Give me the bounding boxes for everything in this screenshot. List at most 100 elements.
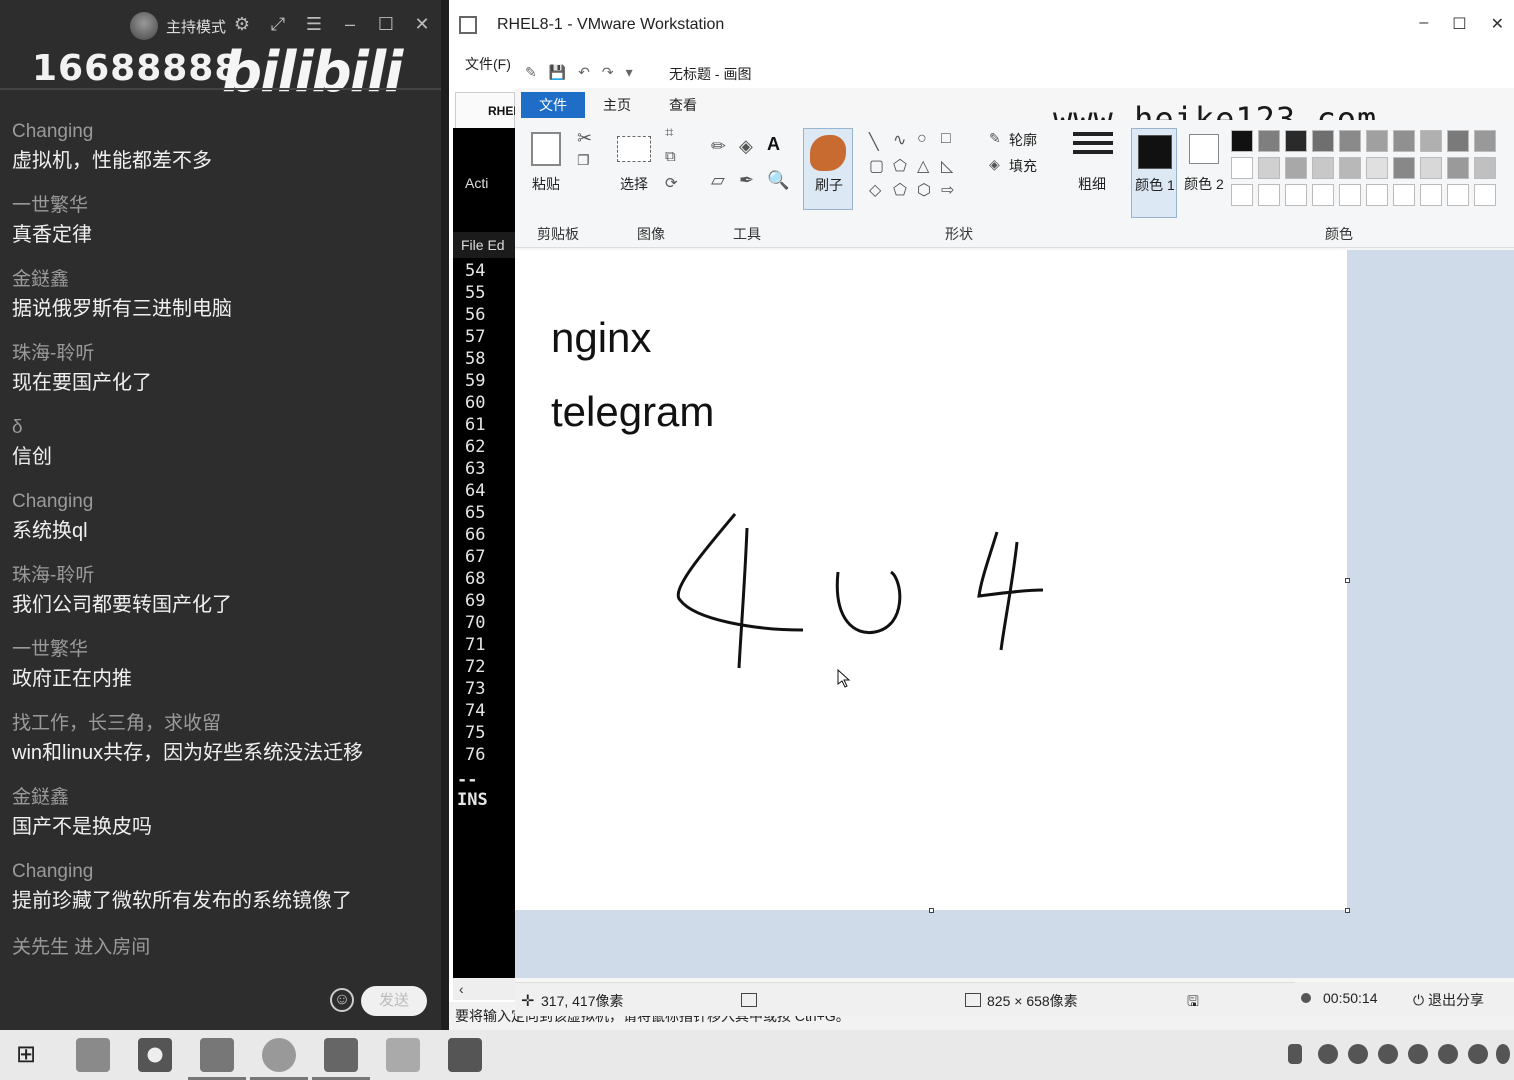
scroll-left-button[interactable]: ‹ xyxy=(453,978,515,1000)
palette-swatch[interactable] xyxy=(1258,130,1280,152)
palette-swatch[interactable] xyxy=(1366,184,1388,206)
windows-start-icon[interactable]: ⊞ xyxy=(16,1038,50,1072)
palette-swatch[interactable] xyxy=(1393,184,1415,206)
palette-swatch[interactable] xyxy=(1474,157,1496,179)
exit-share-button[interactable]: ⏻ 退出分享 xyxy=(1413,990,1484,1010)
fill-icon[interactable]: ◈ xyxy=(989,156,1000,173)
file-explorer-icon[interactable] xyxy=(76,1038,110,1072)
hexagon-shape-icon[interactable]: ⬡ xyxy=(917,180,931,200)
palette-swatch[interactable] xyxy=(1312,130,1334,152)
maximize-icon[interactable]: ☐ xyxy=(1452,14,1466,34)
app-taskbar-icon[interactable] xyxy=(386,1038,420,1072)
chat-username[interactable]: 一世繁华 xyxy=(12,636,432,664)
qq-icon[interactable] xyxy=(1408,1044,1428,1064)
chat-username[interactable]: δ xyxy=(12,414,432,442)
chat-username[interactable]: 找工作，长三角，求收留 xyxy=(12,710,432,738)
minimize-icon[interactable]: – xyxy=(1419,14,1428,34)
triangle-shape-icon[interactable]: △ xyxy=(917,156,929,176)
palette-swatch[interactable] xyxy=(1420,184,1442,206)
send-button[interactable]: 发送 xyxy=(361,986,427,1016)
magnifier-icon[interactable]: 🔍 xyxy=(767,170,789,191)
vmware-menu-file[interactable]: 文件(F) xyxy=(465,54,511,74)
editor-taskbar-icon[interactable] xyxy=(312,1038,370,1080)
settings-icon[interactable] xyxy=(1496,1044,1510,1064)
oval-shape-icon[interactable]: ○ xyxy=(917,130,927,148)
customize-icon[interactable]: ▾ xyxy=(626,64,633,81)
palette-swatch[interactable] xyxy=(1312,184,1334,206)
color2-button[interactable]: 颜色 2 xyxy=(1183,128,1225,218)
arrow-shape-icon[interactable]: ⇨ xyxy=(941,180,954,200)
line-shape-icon[interactable]: ╲ xyxy=(869,132,879,152)
palette-swatch[interactable] xyxy=(1339,157,1361,179)
palette-swatch[interactable] xyxy=(1420,157,1442,179)
vmware-taskbar-icon[interactable] xyxy=(188,1038,246,1080)
fill-bucket-icon[interactable]: ◈ xyxy=(739,136,753,157)
tab-view[interactable]: 查看 xyxy=(661,92,705,118)
undo-icon[interactable]: ↶ xyxy=(578,64,590,81)
palette-swatch[interactable] xyxy=(1339,184,1361,206)
close-icon[interactable]: ✕ xyxy=(1491,14,1504,34)
crop-icon[interactable]: ⌗ xyxy=(665,124,673,141)
minimize-icon[interactable]: – xyxy=(340,14,360,34)
text-tool-icon[interactable]: A xyxy=(767,134,780,155)
palette-swatch[interactable] xyxy=(1447,130,1469,152)
palette-swatch[interactable] xyxy=(1339,130,1361,152)
color1-button[interactable]: 颜色 1 xyxy=(1131,128,1177,218)
diamond-shape-icon[interactable]: ◇ xyxy=(869,180,881,200)
palette-swatch[interactable] xyxy=(1474,184,1496,206)
select-icon[interactable] xyxy=(617,136,651,162)
paste-icon[interactable] xyxy=(531,132,561,166)
pentagon-shape-icon[interactable]: ⬠ xyxy=(893,180,907,200)
chat-username[interactable]: Changing xyxy=(12,488,432,516)
palette-swatch[interactable] xyxy=(1285,157,1307,179)
palette-swatch[interactable] xyxy=(1420,130,1442,152)
polygon-shape-icon[interactable]: ⬠ xyxy=(893,156,907,176)
rectangle-shape-icon[interactable]: □ xyxy=(941,130,951,148)
settings-icon[interactable]: ⚙ xyxy=(232,14,252,34)
save-icon[interactable]: 💾 xyxy=(549,64,566,81)
color-picker-icon[interactable]: ✒ xyxy=(739,170,754,191)
terminal-menu[interactable]: File Ed xyxy=(453,232,515,258)
tray-app-icon[interactable] xyxy=(1318,1044,1338,1064)
pencil-icon[interactable]: ✏ xyxy=(711,136,726,157)
popout-icon[interactable]: ⤢ xyxy=(268,14,288,34)
qq-icon[interactable] xyxy=(1468,1044,1488,1064)
chat-input-row[interactable]: ☺ 发送 xyxy=(0,976,446,1030)
size-icon[interactable] xyxy=(1073,132,1113,168)
palette-swatch[interactable] xyxy=(1366,157,1388,179)
chat-username[interactable]: 珠海-聆听 xyxy=(12,562,432,590)
select-button[interactable]: 选择 xyxy=(619,174,649,194)
fill-button[interactable]: 填充 xyxy=(1009,156,1037,176)
vm-tab[interactable]: RHEL xyxy=(455,92,521,128)
right-triangle-shape-icon[interactable]: ◺ xyxy=(941,156,953,176)
palette-swatch[interactable] xyxy=(1393,130,1415,152)
drawing-canvas[interactable]: nginx telegram xyxy=(515,250,1347,910)
size-button[interactable]: 粗细 xyxy=(1077,174,1107,194)
rotate-icon[interactable]: ⟳ xyxy=(665,174,678,192)
host-mode[interactable]: 主持模式 xyxy=(130,12,226,40)
palette-swatch[interactable] xyxy=(1231,184,1253,206)
chat-username[interactable]: Changing xyxy=(12,858,432,886)
qq-icon[interactable] xyxy=(1438,1044,1458,1064)
palette-swatch[interactable] xyxy=(1366,130,1388,152)
bilibili-taskbar-icon[interactable] xyxy=(250,1038,308,1080)
chat-username[interactable]: Changing xyxy=(12,118,432,146)
terminal-taskbar-icon[interactable] xyxy=(448,1038,482,1072)
chat-username[interactable]: 金鎹鑫 xyxy=(12,266,432,294)
curve-shape-icon[interactable]: ∿ xyxy=(893,130,906,150)
paste-button[interactable]: 粘贴 xyxy=(529,174,563,194)
close-icon[interactable]: ✕ xyxy=(412,14,432,34)
canvas-resize-handle-right[interactable] xyxy=(1345,578,1350,583)
palette-swatch[interactable] xyxy=(1474,130,1496,152)
palette-swatch[interactable] xyxy=(1285,130,1307,152)
microphone-icon[interactable] xyxy=(1288,1044,1302,1064)
browser-icon[interactable] xyxy=(138,1038,172,1072)
qq-icon[interactable] xyxy=(1378,1044,1398,1064)
palette-swatch[interactable] xyxy=(1447,157,1469,179)
rounded-rect-shape-icon[interactable]: ▢ xyxy=(869,156,884,176)
palette-swatch[interactable] xyxy=(1258,184,1280,206)
palette-swatch[interactable] xyxy=(1231,157,1253,179)
copy-icon[interactable]: ❐ xyxy=(577,152,590,169)
vm-console[interactable]: Acti File Ed 54 55 56 57 58 59 60 61 62 63 64 65 66 6… xyxy=(453,128,515,978)
palette-swatch[interactable] xyxy=(1258,157,1280,179)
